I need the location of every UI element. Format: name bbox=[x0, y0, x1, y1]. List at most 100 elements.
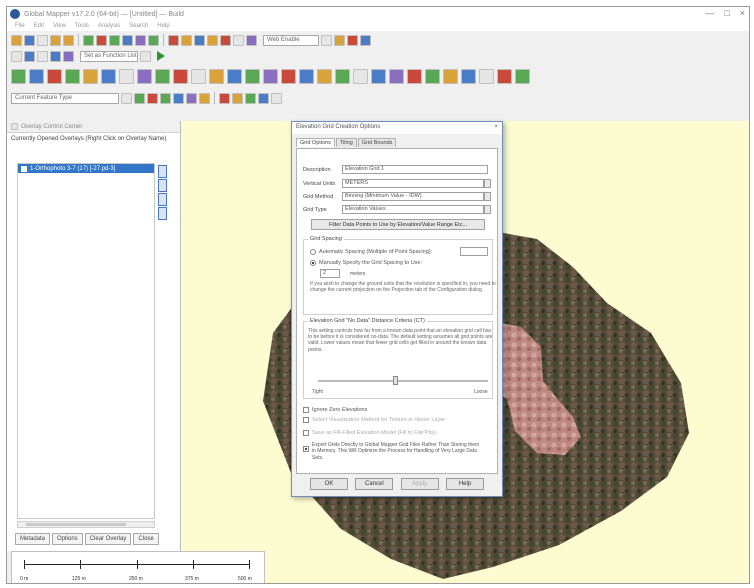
dropdown-icon[interactable] bbox=[140, 50, 151, 62]
style-icon-4[interactable] bbox=[173, 92, 184, 104]
measure-icon[interactable] bbox=[96, 34, 107, 46]
spline-icon[interactable] bbox=[407, 68, 422, 84]
tab-tiling[interactable]: Tiling bbox=[335, 138, 357, 147]
crop-icon[interactable] bbox=[173, 68, 188, 84]
map-style-combo[interactable]: Web Enable bbox=[263, 34, 319, 46]
chevron-down-icon[interactable] bbox=[484, 205, 491, 214]
pan-icon[interactable] bbox=[135, 34, 146, 46]
delete-icon[interactable] bbox=[281, 68, 296, 84]
join-icon[interactable] bbox=[137, 68, 152, 84]
snap-icon[interactable] bbox=[191, 68, 206, 84]
chevron-down-icon[interactable] bbox=[484, 192, 491, 201]
minimize-button[interactable]: — bbox=[705, 8, 714, 18]
simplify-icon[interactable] bbox=[443, 68, 458, 84]
auto-spacing-option[interactable]: Automatic Spacing (Multiple of Point Spa… bbox=[310, 249, 432, 255]
move-top-icon[interactable] bbox=[158, 165, 167, 178]
digitize-point-icon[interactable] bbox=[47, 68, 62, 84]
menu-analysis[interactable]: Analysis bbox=[98, 23, 120, 29]
create-icon[interactable] bbox=[245, 68, 260, 84]
rotate-icon[interactable] bbox=[101, 68, 116, 84]
style-icon-5[interactable] bbox=[186, 92, 197, 104]
vertical-units-select[interactable]: METERS bbox=[342, 179, 484, 188]
close-button[interactable]: Close bbox=[133, 533, 159, 545]
style-icon-6[interactable] bbox=[199, 92, 210, 104]
style-icon-3[interactable] bbox=[160, 92, 171, 104]
grid-spacing-input[interactable]: 2 bbox=[320, 269, 340, 278]
nav-back-icon[interactable] bbox=[11, 50, 22, 62]
auto-spacing-radio[interactable] bbox=[310, 249, 316, 255]
no-data-slider-thumb[interactable] bbox=[392, 376, 398, 385]
menu-help[interactable]: Help bbox=[157, 23, 169, 29]
move-bottom-icon[interactable] bbox=[158, 207, 167, 220]
grid-icon[interactable] bbox=[207, 34, 218, 46]
manual-spacing-radio[interactable] bbox=[310, 260, 316, 266]
auto-spacing-input[interactable] bbox=[460, 247, 488, 256]
ignore-zero-option[interactable]: Ignore Zero Elevations bbox=[303, 407, 367, 413]
link-icon[interactable] bbox=[220, 34, 231, 46]
digitize-icon[interactable] bbox=[83, 34, 94, 46]
menu-tools[interactable]: Tools bbox=[75, 23, 89, 29]
cancel-button[interactable]: Cancel bbox=[355, 478, 394, 490]
path-icon[interactable] bbox=[148, 34, 159, 46]
split-icon[interactable] bbox=[119, 68, 134, 84]
help-button[interactable]: Help bbox=[445, 478, 484, 490]
data-icon[interactable] bbox=[63, 34, 74, 46]
style-icon-2[interactable] bbox=[147, 92, 158, 104]
star-icon[interactable] bbox=[334, 34, 345, 46]
nav-forward-icon[interactable] bbox=[37, 50, 48, 62]
overlay-list-scrollbar[interactable] bbox=[17, 521, 155, 528]
move-up-icon[interactable] bbox=[158, 179, 167, 192]
lidar-settings-icon[interactable] bbox=[271, 92, 282, 104]
chevron-down-icon[interactable] bbox=[484, 179, 491, 188]
print-icon[interactable] bbox=[37, 34, 48, 46]
save-icon[interactable] bbox=[24, 34, 35, 46]
lidar-class-icon[interactable] bbox=[245, 92, 256, 104]
overlay-item[interactable]: 1-Orthophoto 3-7 (17) [-27.pd-3] bbox=[18, 164, 154, 173]
menu-edit[interactable]: Edit bbox=[34, 23, 44, 29]
select-icon[interactable] bbox=[109, 34, 120, 46]
function-combo[interactable]: Set as Function List bbox=[80, 50, 138, 62]
menu-file[interactable]: File bbox=[15, 23, 25, 29]
arc-icon[interactable] bbox=[425, 68, 440, 84]
circle-icon[interactable] bbox=[479, 68, 494, 84]
overlay-visibility-checkbox[interactable] bbox=[21, 165, 27, 172]
edit-vertex-icon[interactable] bbox=[65, 68, 80, 84]
feature-type-combo[interactable]: Current Feature Type bbox=[11, 92, 119, 104]
zoom-icon[interactable] bbox=[122, 34, 133, 46]
filter-data-points-button[interactable]: Filter Data Points to Use by Elevation/V… bbox=[311, 219, 485, 230]
move-down-icon[interactable] bbox=[158, 193, 167, 206]
manual-spacing-option[interactable]: Manually Specify the Grid Spacing to Use… bbox=[310, 260, 422, 266]
dropdown-icon[interactable] bbox=[121, 92, 132, 104]
grid-type-select[interactable]: Elevation Values bbox=[342, 205, 484, 214]
play-icon[interactable] bbox=[157, 51, 165, 61]
menu-view[interactable]: View bbox=[53, 23, 66, 29]
paste-icon[interactable] bbox=[389, 68, 404, 84]
close-button[interactable]: × bbox=[740, 8, 745, 18]
contour-icon[interactable] bbox=[194, 34, 205, 46]
pin-icon[interactable] bbox=[50, 50, 61, 62]
lidar-profile-icon[interactable] bbox=[258, 92, 269, 104]
shader-icon[interactable] bbox=[233, 34, 244, 46]
scrollbar-thumb[interactable] bbox=[26, 523, 126, 526]
label-icon[interactable] bbox=[209, 68, 224, 84]
extra-tool-icon[interactable] bbox=[515, 68, 530, 84]
open-icon[interactable] bbox=[11, 34, 22, 46]
move-icon[interactable] bbox=[83, 68, 98, 84]
smooth-icon[interactable] bbox=[461, 68, 476, 84]
maximize-button[interactable]: □ bbox=[724, 8, 729, 18]
ok-button[interactable]: OK bbox=[310, 478, 348, 490]
digitize-area-icon[interactable] bbox=[29, 68, 44, 84]
copy-icon[interactable] bbox=[371, 68, 386, 84]
redo-icon[interactable] bbox=[317, 68, 332, 84]
metadata-button[interactable]: Metadata bbox=[15, 533, 51, 545]
range-icon[interactable] bbox=[497, 68, 512, 84]
info-icon[interactable] bbox=[360, 34, 371, 46]
ignore-zero-checkbox[interactable] bbox=[303, 407, 309, 413]
folder-icon[interactable] bbox=[50, 34, 61, 46]
tab-grid-options[interactable]: Grid Options bbox=[296, 138, 335, 147]
buffer-icon[interactable] bbox=[155, 68, 170, 84]
apply-button[interactable]: Apply bbox=[400, 478, 439, 490]
attribute-icon[interactable] bbox=[227, 68, 242, 84]
route-icon[interactable] bbox=[168, 34, 179, 46]
digitize-line-icon[interactable] bbox=[11, 68, 26, 84]
